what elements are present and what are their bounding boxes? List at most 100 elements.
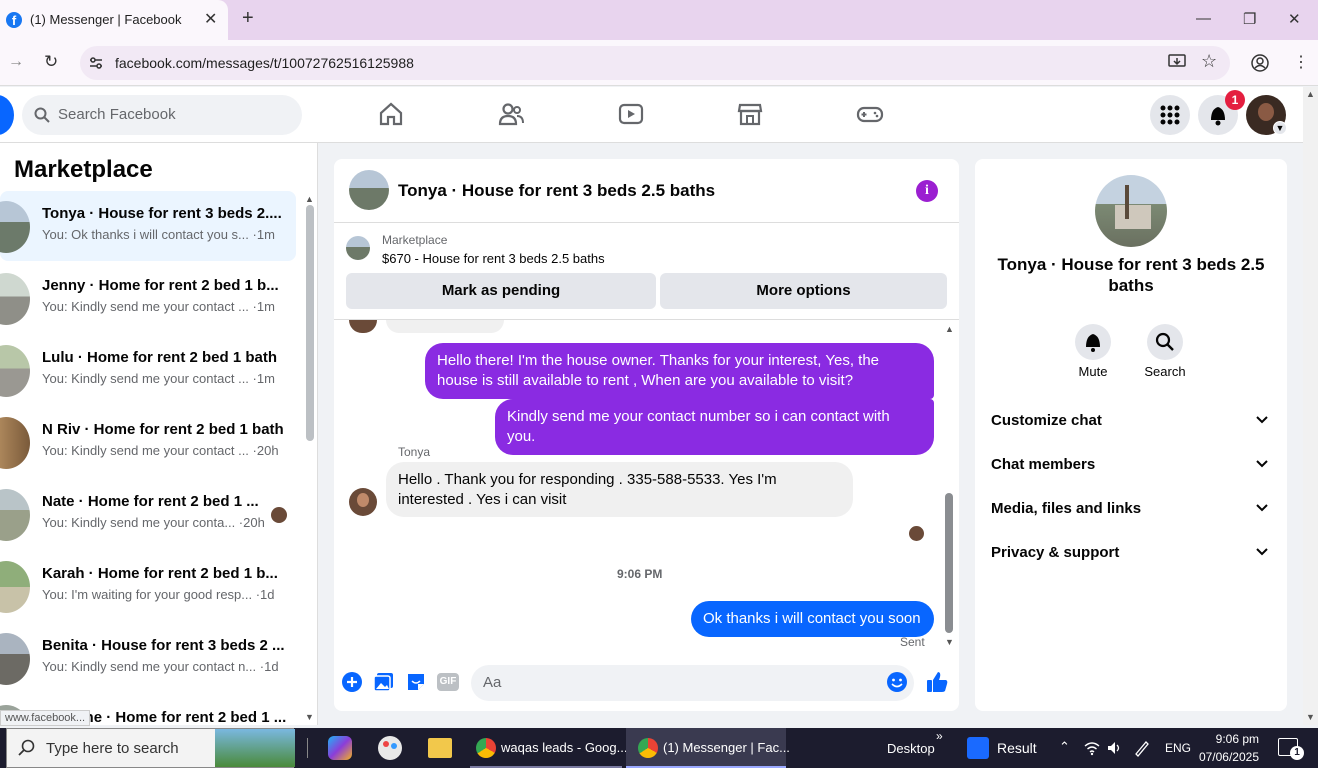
chat-scroll-down-icon[interactable]: ▼ — [945, 637, 954, 647]
reload-icon[interactable]: ↻ — [44, 52, 58, 72]
conversation-item[interactable]: Lulu · Home for rent 2 bed 1 bath You: K… — [0, 335, 296, 405]
customize-chat-section[interactable]: Customize chat — [991, 412, 1273, 429]
new-tab-icon[interactable]: + — [242, 7, 254, 30]
listing-title[interactable]: $670 - House for rent 3 beds 2.5 baths — [382, 251, 605, 266]
copilot-icon[interactable] — [328, 736, 352, 760]
account-chevron-icon[interactable]: ▼ — [1273, 121, 1287, 135]
sticker-icon[interactable] — [405, 671, 427, 693]
minimize-icon[interactable]: — — [1196, 10, 1211, 27]
volume-icon[interactable] — [1106, 740, 1122, 756]
tab-title: (1) Messenger | Facebook — [30, 12, 182, 27]
pen-icon[interactable] — [1133, 739, 1151, 757]
section-label: Customize chat — [991, 412, 1102, 429]
conversation-thumbnail — [0, 561, 30, 613]
search-conversation-button[interactable] — [1147, 324, 1183, 360]
info-icon[interactable]: i — [916, 180, 938, 202]
message-bubble-outgoing[interactable]: Ok thanks i will contact you soon — [691, 601, 934, 637]
media-files-links-section[interactable]: Media, files and links — [991, 500, 1273, 517]
search-icon — [1155, 332, 1174, 351]
taskbar-chrome-messenger[interactable]: (1) Messenger | Fac... — [626, 728, 790, 768]
details-avatar — [1095, 175, 1167, 247]
attach-photo-icon[interactable] — [373, 671, 395, 693]
bookmark-star-icon[interactable]: ☆ — [1201, 51, 1217, 72]
page-scroll-up-icon[interactable]: ▲ — [1306, 89, 1315, 99]
home-icon[interactable] — [377, 100, 405, 128]
video-icon[interactable] — [617, 100, 645, 128]
profile-icon[interactable] — [1251, 54, 1269, 72]
page-scroll-down-icon[interactable]: ▼ — [1306, 712, 1315, 722]
close-window-icon[interactable]: ✕ — [1288, 10, 1301, 28]
browser-menu-icon[interactable]: ⋮ — [1293, 52, 1309, 72]
conversation-item[interactable]: Jenny · Home for rent 2 bed 1 b... You: … — [0, 263, 296, 333]
conversation-snippet: You: Kindly send me your contact ... ·1m — [42, 371, 275, 386]
thumbs-up-icon[interactable] — [925, 670, 949, 694]
conversation-item[interactable]: Karah · Home for rent 2 bed 1 b... You: … — [0, 551, 296, 621]
site-info-icon[interactable] — [88, 55, 104, 71]
mark-pending-button[interactable]: Mark as pending — [346, 273, 656, 309]
search-icon — [34, 107, 50, 123]
section-label: Chat members — [991, 456, 1096, 473]
paint-icon[interactable] — [378, 736, 402, 760]
clock-date[interactable]: 07/06/2025 — [1193, 750, 1259, 764]
restore-icon[interactable]: ❐ — [1243, 10, 1256, 28]
search-icon — [18, 739, 35, 756]
gaming-icon[interactable] — [856, 100, 884, 128]
more-options-button[interactable]: More options — [660, 273, 947, 309]
result-app-icon[interactable] — [967, 737, 989, 759]
sidebar-scrollbar[interactable] — [306, 205, 314, 441]
grid-icon — [1160, 105, 1180, 125]
message-bubble-outgoing[interactable]: Hello there! I'm the house owner. Thanks… — [425, 343, 934, 399]
privacy-support-section[interactable]: Privacy & support — [991, 544, 1273, 561]
taskbar-task-label: (1) Messenger | Fac... — [663, 740, 790, 755]
mute-button[interactable] — [1075, 324, 1111, 360]
conversation-snippet: You: Ok thanks i will contact you s... ·… — [42, 227, 275, 242]
tab-close-icon[interactable]: ✕ — [204, 9, 217, 29]
chat-members-section[interactable]: Chat members — [991, 456, 1273, 473]
gif-icon[interactable]: GIF — [437, 673, 459, 691]
conversation-thumbnail — [0, 273, 30, 325]
conversation-name: Nate · Home for rent 2 bed 1 ... — [42, 493, 259, 510]
page-scrollbar[interactable] — [1303, 87, 1318, 725]
toolbar-expand-icon[interactable]: » — [936, 729, 943, 743]
conversation-name: Benita · House for rent 3 beds 2 ... — [42, 637, 285, 654]
chat-scrollbar[interactable] — [945, 493, 953, 633]
facebook-search-placeholder: Search Facebook — [58, 106, 176, 123]
friends-icon[interactable] — [497, 100, 525, 128]
result-app-label[interactable]: Result — [997, 740, 1037, 756]
marketplace-icon[interactable] — [736, 100, 764, 128]
chat-header-divider — [334, 222, 959, 223]
network-icon[interactable] — [1084, 740, 1100, 756]
url-text[interactable]: facebook.com/messages/t/1007276251612598… — [115, 55, 414, 71]
install-app-icon[interactable] — [1168, 54, 1186, 70]
menu-grid-button[interactable] — [1150, 95, 1190, 135]
chat-scroll-up-icon[interactable]: ▲ — [945, 324, 954, 334]
taskbar-chrome-waqas[interactable]: waqas leads - Goog... — [470, 728, 627, 768]
conversation-item[interactable]: Tonya · House for rent 3 beds 2.... You:… — [0, 191, 296, 261]
chat-avatar[interactable] — [349, 170, 389, 210]
conversation-name: Lulu · Home for rent 2 bed 1 bath — [42, 349, 278, 366]
contact-avatar[interactable] — [349, 488, 377, 516]
emoji-icon[interactable] — [886, 671, 908, 693]
message-bubble-incoming[interactable]: Hello . Thank you for responding . 335-5… — [386, 462, 853, 517]
language-indicator[interactable]: ENG — [1165, 741, 1191, 755]
sidebar-scroll-down-icon[interactable]: ▼ — [305, 712, 314, 722]
conversation-item[interactable]: Benita · House for rent 3 beds 2 ... You… — [0, 623, 296, 693]
sidebar-title: Marketplace — [14, 156, 153, 183]
conversation-item[interactable]: N Riv · Home for rent 2 bed 1 bath You: … — [0, 407, 296, 477]
forward-icon[interactable]: → — [8, 53, 24, 71]
chevron-down-icon — [1256, 416, 1268, 424]
tray-expand-icon[interactable]: ⌃ — [1059, 739, 1070, 755]
clock-time[interactable]: 9:06 pm — [1207, 732, 1259, 746]
conversation-item[interactable]: Nate · Home for rent 2 bed 1 ... You: Ki… — [0, 479, 296, 549]
sidebar-scroll-up-icon[interactable]: ▲ — [305, 194, 314, 204]
conversation-snippet: You: Kindly send me your contact n... ·1… — [42, 659, 279, 674]
add-plus-icon[interactable] — [341, 671, 363, 693]
desktop-toolbar[interactable]: Desktop — [887, 741, 935, 756]
message-bubble-outgoing[interactable]: Kindly send me your contact number so i … — [495, 399, 934, 455]
chat-title[interactable]: Tonya · House for rent 3 beds 2.5 baths — [398, 181, 715, 201]
file-explorer-icon[interactable] — [428, 738, 452, 758]
browser-tab[interactable]: f (1) Messenger | Facebook ✕ — [0, 0, 228, 40]
search-label: Search — [1144, 364, 1186, 379]
message-input[interactable] — [471, 665, 914, 701]
conversation-name: Tonya · House for rent 3 beds 2.... — [42, 205, 282, 222]
